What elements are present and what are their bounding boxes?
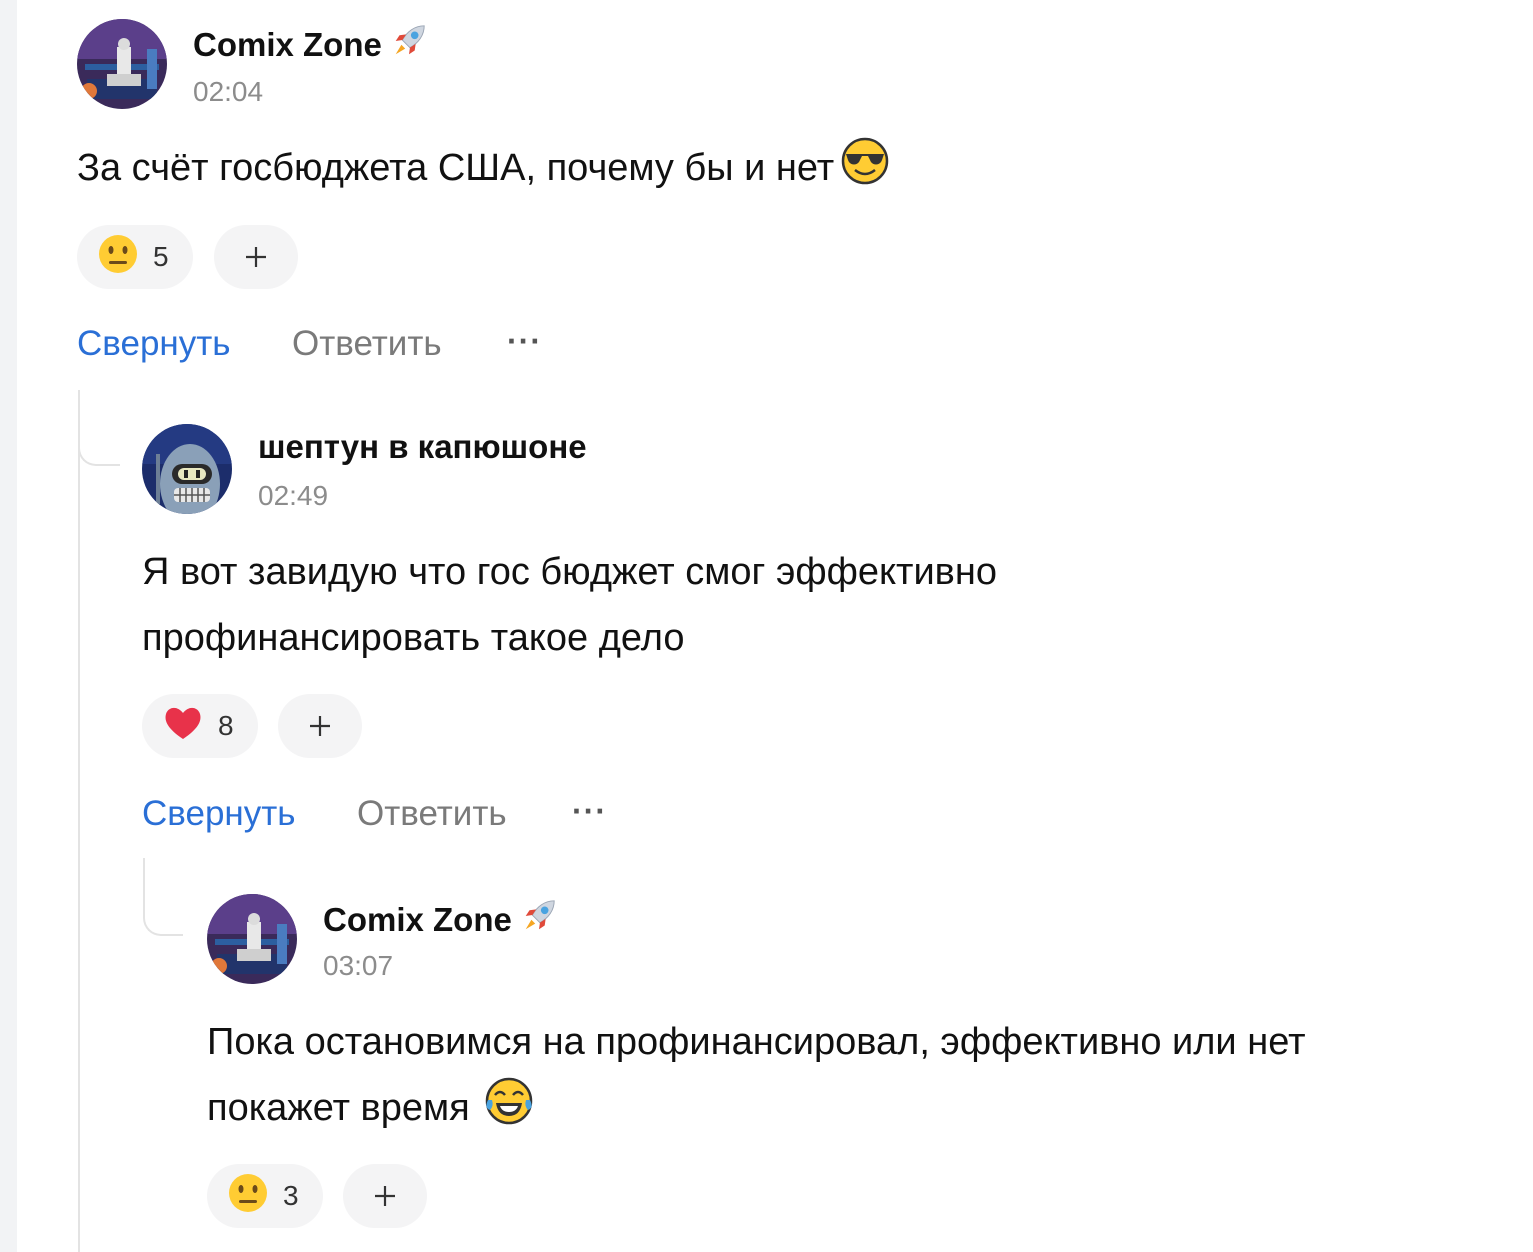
plus-icon bbox=[375, 1186, 395, 1206]
author-name-text: Comix Zone bbox=[323, 901, 512, 938]
comment-text-line-2: покажет время bbox=[207, 1075, 1305, 1147]
comment-text: Пока остановимся на профинансировал, эфф… bbox=[207, 1009, 1305, 1147]
comment-text-line: покажет время bbox=[207, 1087, 470, 1129]
comment-text-line: Пока остановимся на профинансировал, эфф… bbox=[207, 1021, 1306, 1063]
reaction-count: 3 bbox=[283, 1180, 299, 1211]
comment-time: 03:07 bbox=[323, 950, 394, 981]
tears-of-joy-emoji-icon bbox=[484, 1076, 534, 1147]
neutral-face-icon bbox=[227, 1172, 269, 1221]
rocket-icon bbox=[520, 897, 558, 943]
reaction-chip[interactable]: 3 bbox=[207, 1164, 323, 1228]
comment-3: Comix Zone 03:07 Пока остановимся на про… bbox=[0, 0, 1533, 1252]
avatar[interactable] bbox=[207, 894, 297, 984]
author-name[interactable]: Comix Zone bbox=[323, 897, 558, 943]
add-reaction-button[interactable] bbox=[343, 1164, 427, 1228]
